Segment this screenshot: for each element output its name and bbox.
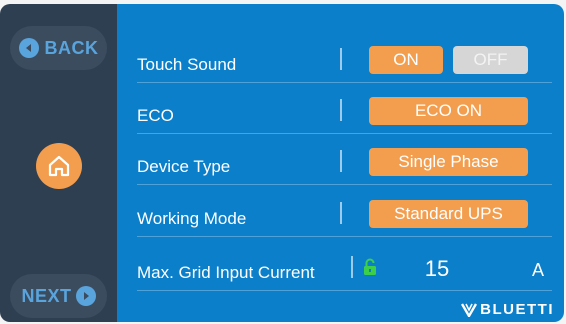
unlocked-lock-icon[interactable] (363, 258, 377, 281)
eco-button[interactable]: ECO ON (369, 97, 528, 125)
eco-label: ECO (137, 106, 174, 125)
grid-input-unit: A (532, 260, 545, 280)
next-label: NEXT (21, 285, 72, 306)
working-mode-label: Working Mode (137, 209, 247, 228)
row-divider (340, 99, 342, 121)
grid-input-value[interactable]: 15 (407, 256, 467, 282)
touch-sound-on-button[interactable]: ON (369, 46, 443, 74)
grid-input-label: Max. Grid Input Current (137, 263, 315, 282)
touch-sound-row: Touch Sound ON OFF (137, 36, 552, 83)
device-screen: BACK NEXT Touch Sound ON OFF ECO ECO ON (0, 0, 566, 324)
row-divider (340, 48, 342, 70)
settings-panel: Touch Sound ON OFF ECO ECO ON Device Typ… (117, 4, 564, 322)
chevron-left-circle-icon (18, 38, 39, 58)
working-mode-row: Working Mode Standard UPS (137, 190, 552, 237)
device-type-button[interactable]: Single Phase (369, 148, 528, 176)
device-type-label: Device Type (137, 157, 231, 176)
row-divider (340, 202, 342, 224)
bluetti-logo: BLUETTI (461, 301, 554, 318)
bluetti-mark-icon (461, 302, 478, 317)
row-divider (340, 150, 342, 172)
back-label: BACK (44, 37, 99, 58)
grid-input-row: Max. Grid Input Current 15 A (137, 244, 552, 291)
row-divider (351, 256, 353, 278)
home-button[interactable] (36, 143, 82, 189)
home-icon (48, 155, 70, 177)
logo-text: BLUETTI (480, 301, 554, 318)
touch-sound-off-button[interactable]: OFF (453, 46, 528, 74)
back-button[interactable]: BACK (10, 26, 107, 70)
touch-sound-label: Touch Sound (137, 55, 237, 74)
chevron-right-circle-icon (75, 286, 96, 306)
working-mode-button[interactable]: Standard UPS (369, 200, 528, 228)
next-button[interactable]: NEXT (10, 274, 107, 318)
device-type-row: Device Type Single Phase (137, 138, 552, 185)
sidebar: BACK NEXT (0, 4, 117, 322)
eco-row: ECO ECO ON (137, 87, 552, 134)
